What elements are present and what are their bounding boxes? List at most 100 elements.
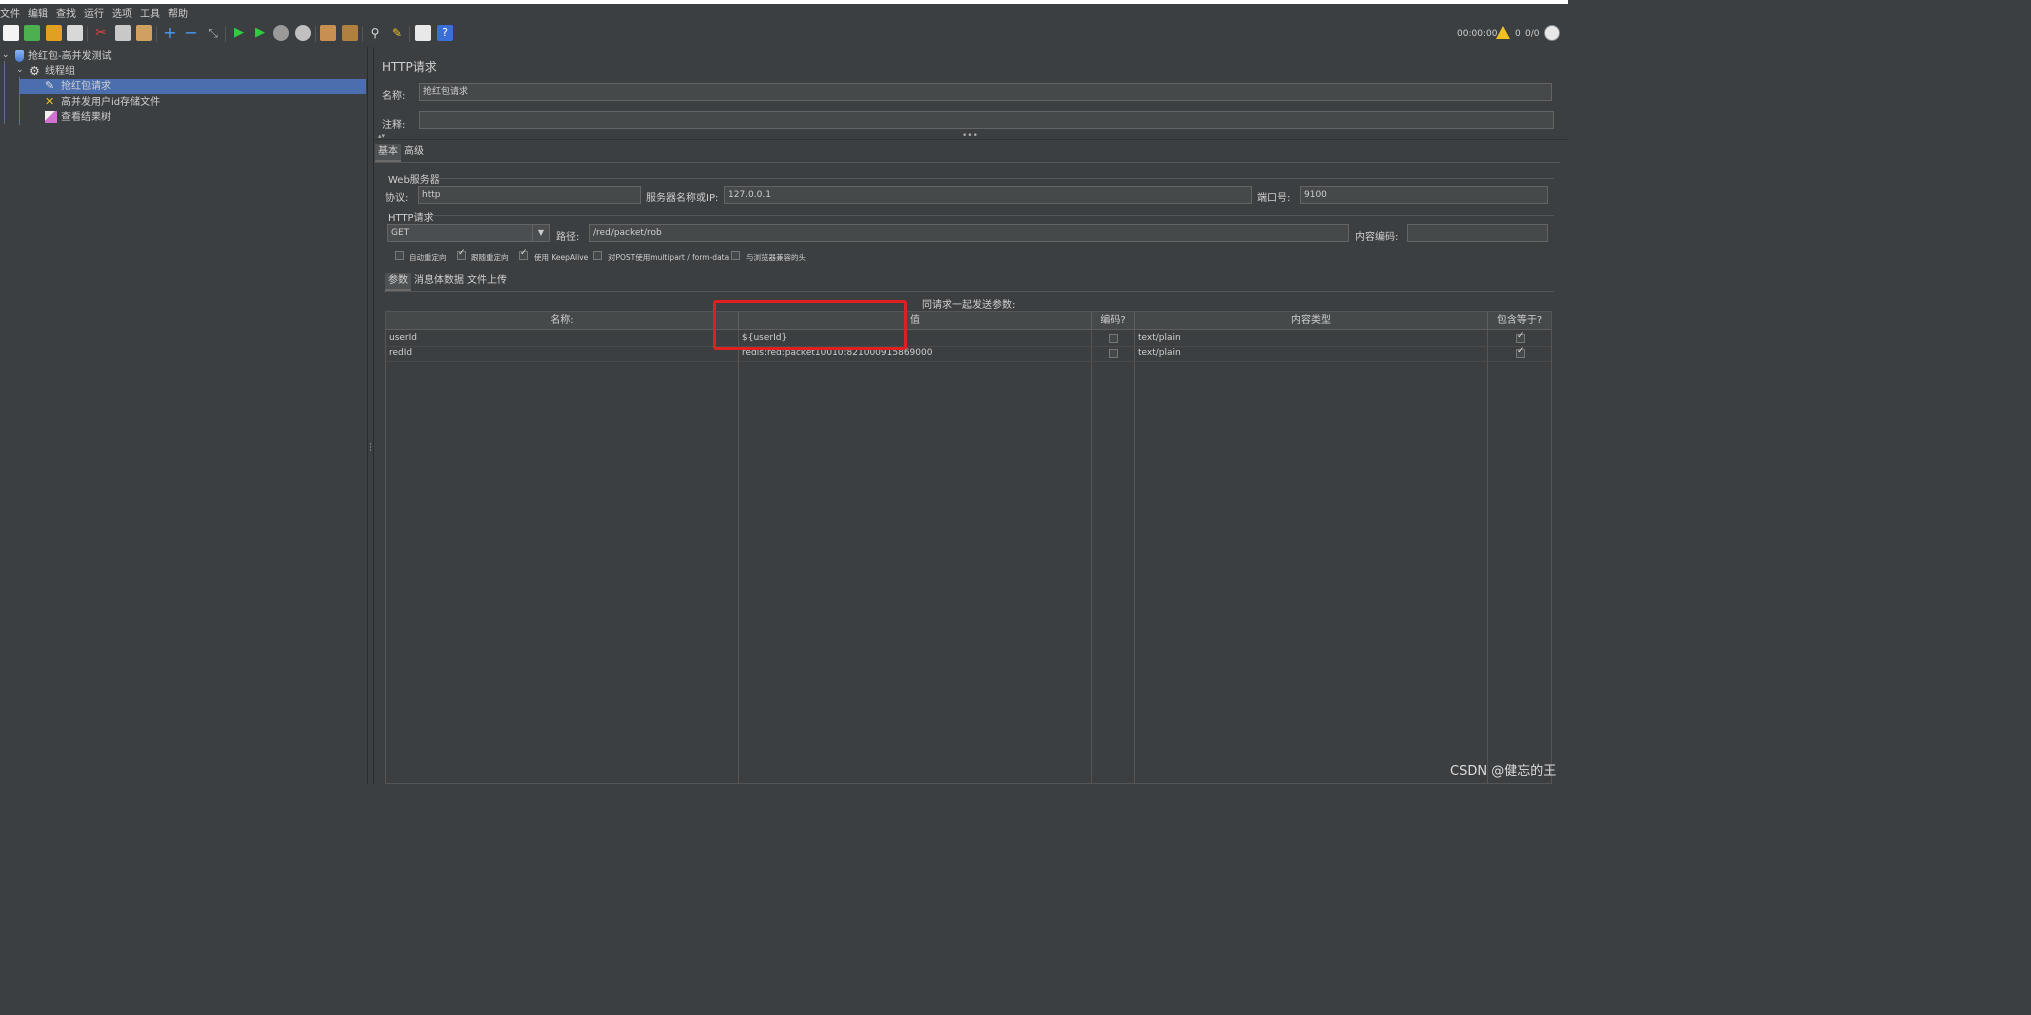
param-name-cell[interactable]: redId bbox=[389, 346, 734, 361]
open-icon[interactable] bbox=[46, 25, 62, 41]
chart-icon bbox=[45, 111, 57, 123]
toolbar-separator bbox=[87, 26, 88, 42]
auto-redirect-label: 自动重定向 bbox=[409, 253, 447, 262]
multipart-label: 对POST使用multipart / form-data bbox=[608, 253, 730, 262]
split-pane-divider[interactable] bbox=[367, 47, 374, 784]
encode-checkbox[interactable] bbox=[1109, 334, 1118, 343]
remote-globe-icon[interactable] bbox=[1544, 25, 1560, 41]
include-equals-checkbox[interactable]: ✓ bbox=[1516, 346, 1525, 358]
port-input[interactable]: 9100 bbox=[1300, 186, 1548, 204]
column-divider bbox=[1091, 330, 1092, 783]
column-divider bbox=[1487, 330, 1488, 783]
keepalive-checkbox[interactable]: ✓ bbox=[519, 248, 528, 260]
menu-options[interactable]: 选项 bbox=[112, 5, 132, 20]
content-type-cell[interactable]: text/plain bbox=[1138, 331, 1483, 346]
new-icon[interactable] bbox=[3, 25, 19, 41]
tree-item-request[interactable]: ✎ 抢红包请求 bbox=[20, 79, 366, 94]
follow-redirect-checkbox[interactable]: ✓ bbox=[457, 248, 466, 260]
menu-help[interactable]: 帮助 bbox=[168, 5, 188, 20]
group-border bbox=[430, 215, 1554, 216]
server-input[interactable]: 127.0.0.1 bbox=[724, 186, 1252, 204]
tab-parameters[interactable]: 参数 bbox=[385, 273, 411, 291]
toolbar-separator bbox=[156, 26, 157, 42]
tree-thread-group[interactable]: ⚙ 线程组 bbox=[29, 64, 75, 79]
protocol-label: 协议: bbox=[385, 193, 409, 204]
browser-headers-checkbox[interactable] bbox=[731, 251, 740, 260]
name-input[interactable]: 抢红包请求 bbox=[419, 83, 1552, 101]
tab-advanced[interactable]: 高级 bbox=[401, 144, 427, 160]
column-header-name[interactable]: 名称: bbox=[386, 312, 739, 330]
save-icon[interactable] bbox=[67, 25, 83, 41]
toolbar-separator bbox=[362, 26, 363, 42]
menu-run[interactable]: 运行 bbox=[84, 5, 104, 20]
path-input[interactable]: /red/packet/rob bbox=[589, 224, 1349, 242]
tree-item-csv[interactable]: ✕ 高并发用户id存储文件 bbox=[45, 95, 160, 110]
browser-headers-label: 与浏览器兼容的头 bbox=[746, 253, 806, 262]
param-name-cell[interactable]: userId bbox=[389, 331, 734, 346]
flask-icon bbox=[15, 50, 24, 62]
parameters-table: 名称: 值 编码? 内容类型 包含等于? userId ${userId} te… bbox=[385, 311, 1552, 784]
templates-icon[interactable] bbox=[24, 25, 40, 41]
tab-basic[interactable]: 基本 bbox=[375, 144, 401, 162]
column-header-content-type[interactable]: 内容类型 bbox=[1135, 312, 1488, 330]
check-icon: ✓ bbox=[520, 248, 528, 258]
auto-redirect-checkbox[interactable] bbox=[395, 251, 404, 260]
shutdown-icon[interactable] bbox=[295, 25, 311, 41]
clear-all-icon[interactable] bbox=[342, 25, 358, 41]
toolbar: ✂ + − ⤡ ▶ ▶ ⚲ ✎ ? 00:00:00 0 0/0 bbox=[0, 21, 1568, 47]
warning-icon[interactable] bbox=[1496, 26, 1510, 39]
function-helper-icon[interactable] bbox=[415, 25, 431, 41]
include-equals-checkbox[interactable]: ✓ bbox=[1516, 331, 1525, 343]
toggle-icon[interactable]: ⤡ bbox=[205, 25, 221, 41]
menu-tools[interactable]: 工具 bbox=[140, 5, 160, 20]
tools-icon: ✕ bbox=[45, 95, 55, 108]
encode-checkbox[interactable] bbox=[1109, 349, 1118, 358]
comment-input[interactable] bbox=[419, 111, 1554, 129]
stop-icon[interactable] bbox=[273, 25, 289, 41]
chevron-down-icon[interactable]: ⌄ bbox=[2, 50, 10, 60]
check-icon: ✓ bbox=[1517, 346, 1525, 356]
start-no-pause-icon[interactable]: ▶ bbox=[252, 25, 268, 41]
watermark: CSDN @健忘的王 bbox=[1450, 764, 1557, 779]
menu-edit[interactable]: 编辑 bbox=[28, 5, 48, 20]
content-type-cell[interactable]: text/plain bbox=[1138, 346, 1483, 361]
check-icon: ✓ bbox=[458, 248, 466, 258]
column-header-encode[interactable]: 编码? bbox=[1092, 312, 1135, 330]
collapse-icon[interactable]: − bbox=[183, 25, 199, 41]
copy-icon[interactable] bbox=[115, 25, 131, 41]
chevron-down-icon[interactable]: ⌄ bbox=[16, 65, 24, 75]
check-icon: ✓ bbox=[1517, 331, 1525, 341]
divider-grip-icon[interactable]: · · · bbox=[369, 441, 372, 456]
clear-icon[interactable] bbox=[320, 25, 336, 41]
server-label: 服务器名称或IP: bbox=[646, 193, 719, 204]
tree-root[interactable]: 抢红包-高并发测试 bbox=[15, 49, 112, 64]
method-select[interactable]: GET ▼ bbox=[387, 224, 550, 242]
paste-icon[interactable] bbox=[136, 25, 152, 41]
help-icon[interactable]: ? bbox=[437, 25, 453, 41]
tab-file-upload[interactable]: 文件上传 bbox=[464, 273, 510, 289]
start-icon[interactable]: ▶ bbox=[231, 25, 247, 41]
tree-item-label: 抢红包请求 bbox=[61, 81, 111, 92]
gear-icon: ⚙ bbox=[29, 64, 40, 78]
search-icon[interactable]: ⚲ bbox=[367, 25, 383, 41]
cut-icon[interactable]: ✂ bbox=[93, 25, 109, 41]
column-divider bbox=[738, 330, 739, 783]
test-plan-tree: ⌄ 抢红包-高并发测试 ⌄ ⚙ 线程组 ✎ 抢红包请求 ✕ 高并发用户id存储文件 查… bbox=[0, 47, 367, 784]
menu-search[interactable]: 查找 bbox=[56, 5, 76, 20]
menu-file[interactable]: 文件 bbox=[0, 5, 20, 20]
tree-connector bbox=[4, 61, 5, 124]
column-header-include-equals[interactable]: 包含等于? bbox=[1488, 312, 1551, 330]
reset-search-icon[interactable]: ✎ bbox=[389, 25, 405, 41]
expand-icon[interactable]: + bbox=[162, 25, 178, 41]
protocol-input[interactable]: http bbox=[418, 186, 641, 204]
toolbar-separator bbox=[225, 26, 226, 42]
encoding-input[interactable] bbox=[1407, 224, 1548, 242]
tree-item-label: 查看结果树 bbox=[61, 112, 111, 123]
tree-item-results[interactable]: 查看结果树 bbox=[45, 110, 111, 125]
tab-body-data[interactable]: 消息体数据 bbox=[411, 273, 467, 289]
http-request-title: HTTP请求 bbox=[388, 213, 434, 224]
chevron-down-icon[interactable]: ▼ bbox=[532, 225, 549, 241]
multipart-checkbox[interactable] bbox=[593, 251, 602, 260]
params-caption: 同请求一起发送参数: bbox=[922, 300, 1016, 311]
method-value: GET bbox=[391, 228, 410, 238]
